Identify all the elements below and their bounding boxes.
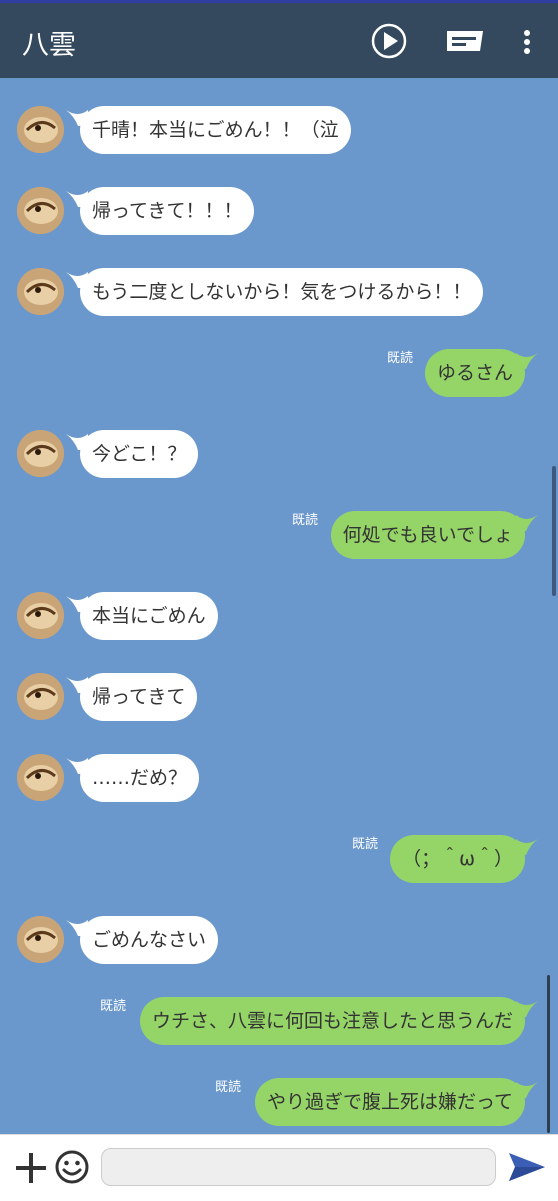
message-row: 既読 ウチさ、八雲に何回も注意したと思うんだ — [0, 995, 558, 1055]
avatar[interactable] — [17, 592, 64, 639]
incoming-message: 今どこ！？ — [80, 430, 199, 478]
avatar[interactable] — [17, 754, 64, 801]
avatar[interactable] — [17, 106, 64, 153]
plus-icon[interactable] — [14, 1151, 48, 1189]
message-row: もう二度としないから！気をつけるから！！ — [0, 266, 558, 326]
message-row: 帰ってきて — [0, 671, 558, 731]
page-scrollbar[interactable] — [552, 466, 556, 596]
emoji-icon[interactable] — [54, 1149, 90, 1189]
message-list[interactable]: 千晴！本当にごめん！！（泣 帰ってきて！！！ もう二度としないから！気をつけるか… — [0, 78, 558, 1134]
outgoing-message: 何処でも良いでしょ — [330, 511, 525, 559]
read-receipt: 既読 — [214, 1080, 241, 1095]
message-row: 既読 何処でも良いでしょ — [0, 509, 558, 569]
keyboard-icon[interactable] — [446, 28, 484, 58]
play-icon[interactable] — [371, 23, 407, 63]
outgoing-message: やり過ぎで腹上死は嫌だって — [254, 1078, 525, 1126]
incoming-message: もう二度としないから！気をつけるから！！ — [80, 268, 484, 316]
outgoing-message: （；＾ω＾） — [390, 835, 525, 883]
read-receipt: 既読 — [99, 999, 126, 1014]
avatar[interactable] — [17, 673, 64, 720]
avatar[interactable] — [17, 187, 64, 234]
read-receipt: 既読 — [351, 837, 378, 852]
avatar[interactable] — [17, 268, 64, 315]
outgoing-message: ゆるさん — [424, 349, 525, 397]
chat-title: 八雲 — [22, 30, 76, 61]
message-row: 帰ってきて！！！ — [0, 185, 558, 245]
chat-header: 八雲 — [0, 3, 558, 78]
outgoing-message: ウチさ、八雲に何回も注意したと思うんだ — [139, 997, 525, 1045]
send-icon[interactable] — [508, 1151, 546, 1187]
message-row: 既読 やり過ぎで腹上死は嫌だって — [0, 1076, 558, 1134]
message-row: ごめんなさい — [0, 914, 558, 974]
message-input[interactable] — [101, 1148, 496, 1186]
incoming-message: 本当にごめん — [80, 592, 218, 640]
composer-bar — [0, 1134, 558, 1201]
incoming-message: 千晴！本当にごめん！！（泣 — [80, 106, 351, 154]
message-row: ……だめ？ — [0, 752, 558, 812]
avatar[interactable] — [17, 430, 64, 477]
incoming-message: 帰ってきて！！！ — [80, 187, 255, 235]
incoming-message: 帰ってきて — [80, 673, 198, 721]
more-icon[interactable] — [520, 27, 534, 61]
message-row: 今どこ！？ — [0, 428, 558, 488]
message-row: 千晴！本当にごめん！！（泣 — [0, 104, 558, 164]
message-row: 既読 ゆるさん — [0, 347, 558, 407]
chat-scrollbar[interactable] — [547, 975, 550, 1133]
read-receipt: 既読 — [291, 513, 318, 528]
incoming-message: ……だめ？ — [80, 754, 200, 802]
message-row: 本当にごめん — [0, 590, 558, 650]
incoming-message: ごめんなさい — [80, 916, 219, 964]
message-row: 既読 （；＾ω＾） — [0, 833, 558, 893]
read-receipt: 既読 — [386, 351, 413, 366]
avatar[interactable] — [17, 916, 64, 963]
